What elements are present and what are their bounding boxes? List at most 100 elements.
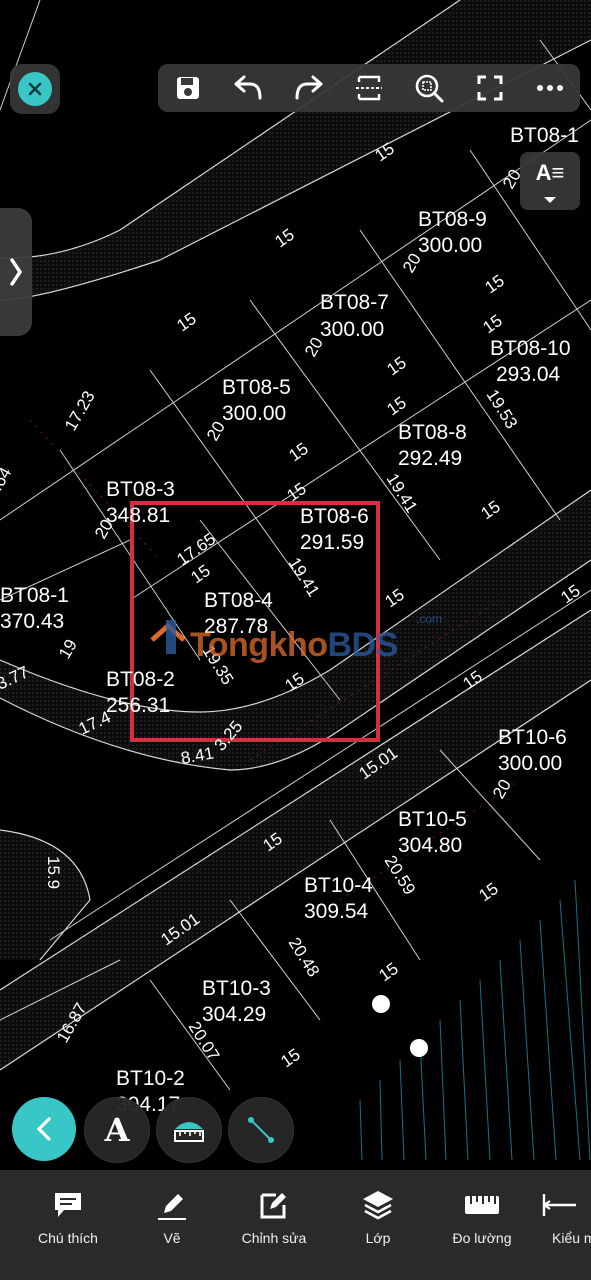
chevron-left-icon [36, 1117, 51, 1141]
dimension-label: 15.9 [44, 856, 63, 889]
measure-style-icon [542, 1194, 576, 1216]
nav-label: Đo lường [452, 1230, 512, 1246]
house-logo-icon [150, 620, 186, 654]
undo-icon [234, 75, 262, 100]
lot-name: BT08-1 [510, 124, 579, 147]
dimension-label: 19.41 [383, 470, 422, 516]
lot-name: BT08-5 [222, 376, 291, 399]
nav-edit[interactable]: Chỉnh sửa [222, 1188, 326, 1246]
lot-area: 370.43 [0, 610, 64, 633]
save-icon [177, 77, 200, 99]
lot-area: 256.31 [106, 694, 170, 717]
redo-icon [295, 75, 323, 100]
nav-draw[interactable]: Vẽ [120, 1188, 224, 1246]
chevron-down-icon [544, 197, 556, 203]
lot-area: 304.80 [398, 834, 462, 857]
zoom-fit-button[interactable] [406, 65, 452, 111]
text-tool-icon: A [104, 1111, 130, 1149]
dimension-label: 19 [55, 636, 81, 662]
area-measure-icon [174, 1122, 204, 1142]
dimension-label: 15 [187, 561, 213, 587]
lot-area: 304.29 [202, 1003, 266, 1026]
dimension-label: 17.23 [61, 388, 99, 434]
control-point[interactable] [372, 995, 390, 1013]
close-icon [28, 82, 42, 96]
fullscreen-icon [477, 75, 503, 101]
lot-area: 300.00 [320, 318, 384, 341]
redo-button[interactable] [286, 65, 332, 111]
more-button[interactable] [527, 65, 573, 111]
lot-area: 309.54 [304, 900, 369, 923]
dimension-label: 15 [277, 1045, 303, 1071]
more-icon [536, 85, 563, 91]
nav-label: Chú thích [38, 1230, 98, 1246]
nav-label: Kiểu m [552, 1230, 591, 1246]
nav-label: Lớp [365, 1230, 391, 1246]
dimension-label: 20.59 [381, 852, 420, 898]
nav-annotation[interactable]: Chú thích [16, 1188, 120, 1246]
dimension-label: 15 [173, 309, 199, 335]
lot-area: 300.00 [222, 402, 286, 425]
nav-measure-style[interactable]: Kiểu m [530, 1188, 591, 1246]
lot-area: 300.00 [418, 234, 482, 257]
lot-name: BT08-2 [106, 668, 175, 691]
dimension-label: 15 [557, 581, 583, 607]
edit-icon [260, 1193, 286, 1219]
save-button[interactable] [165, 65, 211, 111]
lot-name: BT08-10 [490, 337, 571, 360]
back-button[interactable] [12, 1097, 76, 1161]
dimension-label: 19.41 [285, 554, 324, 600]
dimension-label: 15 [271, 225, 297, 251]
fullscreen-button[interactable] [467, 65, 513, 111]
dimension-label: 15 [481, 271, 507, 297]
lot-name: BT10-3 [202, 977, 271, 1000]
lot-name: BT08-3 [106, 478, 175, 501]
split-button[interactable] [346, 65, 392, 111]
pencil-icon [158, 1194, 186, 1220]
nav-layers[interactable]: Lớp [326, 1188, 430, 1246]
bottom-navigation: Chú thích Vẽ Chỉnh sửa Lớp Đo lường Kiểu… [0, 1170, 591, 1280]
zoom-fit-icon [415, 74, 444, 103]
layers-icon [363, 1191, 393, 1220]
area-measure-button[interactable] [156, 1097, 222, 1163]
text-style-label: A≡ [535, 160, 565, 185]
line-measure-button[interactable] [228, 1097, 294, 1163]
dimension-label: 15 [375, 959, 401, 985]
site-plan-drawing[interactable]: BT08-1 370.43 BT08-3 348.81 BT08-5 300.0… [0, 0, 591, 1170]
nav-label: Vẽ [163, 1230, 181, 1246]
lot-area: 348.81 [106, 504, 170, 527]
split-icon [355, 75, 382, 101]
dimension-label: 15 [383, 353, 409, 379]
lot-name: BT10-5 [398, 808, 467, 831]
lot-name: BT08-6 [300, 505, 369, 528]
line-measure-icon [248, 1117, 274, 1143]
undo-button[interactable] [225, 65, 271, 111]
dimension-label: 15 [477, 497, 503, 523]
close-button[interactable] [10, 64, 60, 114]
lot-name: BT10-4 [304, 874, 373, 897]
lot-name: BT08-9 [418, 208, 487, 231]
lot-area: 292.49 [398, 447, 462, 470]
lot-name: BT10-6 [498, 726, 567, 749]
dimension-label: 15 [381, 585, 407, 611]
dimension-label: .64 [0, 464, 15, 494]
lot-area: 291.59 [300, 531, 364, 554]
text-style-button[interactable]: A≡ [520, 152, 580, 210]
lot-name: BT08-4 [204, 589, 273, 612]
text-tool-button[interactable]: A [84, 1097, 150, 1163]
nav-measure[interactable]: Đo lường [430, 1188, 534, 1246]
dimension-label: 15 [285, 439, 311, 465]
lot-name: BT08-1 [0, 584, 69, 607]
side-panel-toggle[interactable] [0, 208, 32, 336]
lot-area: 293.04 [496, 363, 561, 386]
dimension-label: 19.53 [483, 386, 522, 432]
control-point[interactable] [410, 1039, 428, 1057]
chevron-right-icon [10, 258, 23, 286]
dimension-label: 15 [479, 311, 505, 337]
dimension-label: 15 [475, 879, 501, 905]
dimension-label: 20 [489, 776, 515, 802]
ruler-icon [465, 1196, 499, 1214]
dimension-label: 15 [383, 393, 409, 419]
dimension-label: 17.65 [173, 529, 219, 569]
comment-icon [55, 1193, 81, 1217]
